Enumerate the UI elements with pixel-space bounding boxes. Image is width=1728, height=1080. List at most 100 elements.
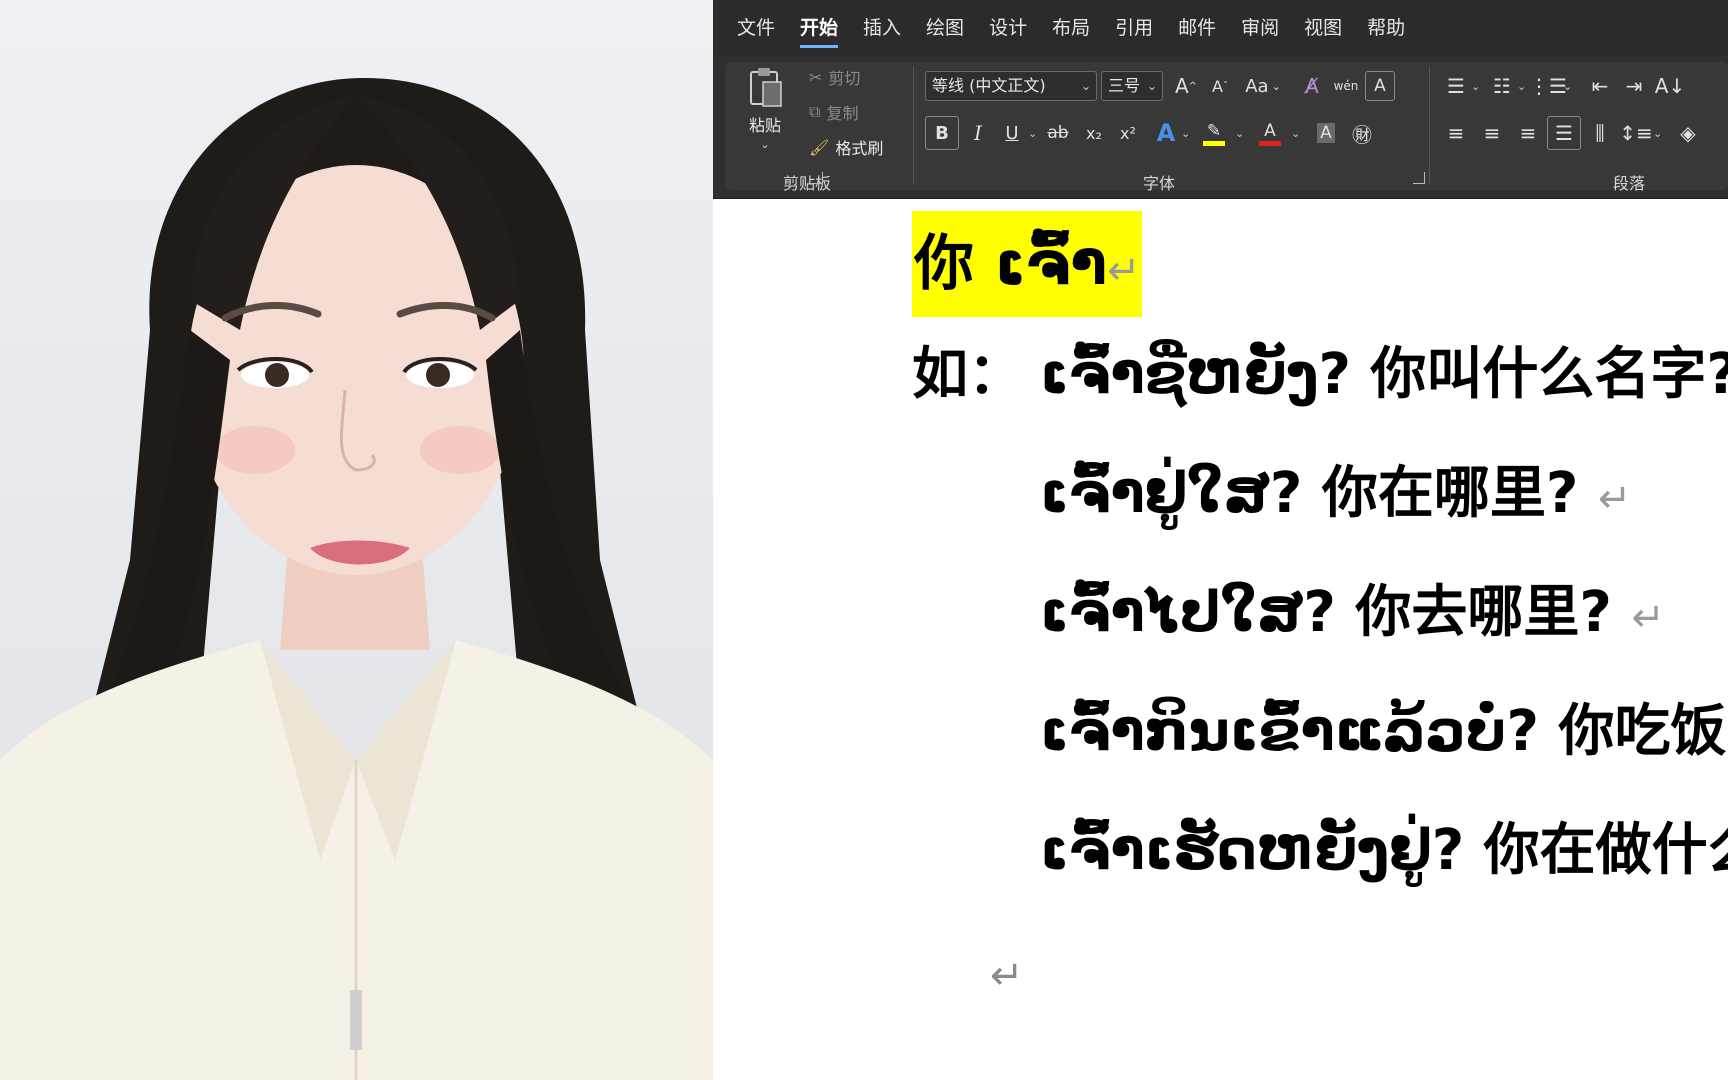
paint-bucket-icon: ◈ [1680,121,1696,145]
increase-indent-button[interactable]: ⇥ [1617,69,1651,103]
clipboard-launcher-icon[interactable] [811,172,823,184]
character-border-button[interactable]: A [1365,71,1395,101]
superscript-button[interactable]: x² [1111,116,1145,150]
font-launcher-icon[interactable] [1413,172,1425,184]
tab-mailings[interactable]: 邮件 [1178,0,1216,56]
copy-button[interactable]: ⧉ 复制 [809,100,858,124]
chevron-down-icon[interactable]: ⌄ [1028,127,1037,140]
justify-button[interactable]: ☰ [1547,116,1581,150]
example-line-text: ເຈົ້າກິນເຂົ້າແລ້ວບໍ່? 你吃饭了 [1040,699,1728,764]
decrease-indent-icon: ⇤ [1591,74,1609,98]
paragraph-mark-icon: ↵ [1597,476,1632,522]
chevron-down-icon[interactable]: ⌄ [1235,127,1244,140]
example-line[interactable]: ເຈົ້າໄປໃສ? 你去哪里? ↵ [1040,567,1665,648]
font-group-label: 字体 [1143,174,1176,193]
cut-button[interactable]: ✂ 剪切 [809,65,860,89]
tab-draw[interactable]: 绘图 [926,0,964,56]
strikethrough-icon: ab [1047,123,1069,143]
underline-button[interactable]: U [995,116,1029,150]
line-spacing-icon: ↕≡ [1619,121,1653,145]
example-line-text: ເຈົ້າໄປໃສ? 你去哪里? [1040,580,1612,645]
tab-help[interactable]: 帮助 [1367,0,1405,56]
tab-insert[interactable]: 插入 [863,0,901,56]
example-line[interactable]: ເຈົ້າຊື່ຫຍັງ? 你叫什么名字? [1040,329,1728,410]
sort-button[interactable]: A↓ [1653,69,1687,103]
bullets-icon: ☰ [1447,74,1465,98]
bold-button[interactable]: B [925,116,959,150]
distributed-icon: ⫼ [1595,121,1605,145]
scissors-icon: ✂ [809,67,823,87]
tab-design[interactable]: 设计 [989,0,1027,56]
copy-label: 复制 [826,104,859,123]
tab-file[interactable]: 文件 [737,0,775,56]
paste-button[interactable]: 粘贴 ⌄ [743,66,787,151]
justify-icon: ☰ [1555,121,1573,145]
format-painter-label: 格式刷 [835,139,884,158]
character-shading-icon: A [1317,123,1335,143]
chevron-down-icon[interactable]: ⌄ [1471,80,1480,93]
highlight-color-button[interactable]: ✎ [1197,116,1231,150]
align-right-button[interactable]: ≡ [1511,116,1545,150]
grow-font-button[interactable]: A ^ [1169,69,1203,103]
increase-indent-icon: ⇥ [1625,74,1643,98]
chevron-down-icon[interactable]: ⌄ [1563,80,1572,93]
decrease-indent-button[interactable]: ⇤ [1583,69,1617,103]
tab-layout[interactable]: 布局 [1052,0,1090,56]
sort-icon: A↓ [1654,74,1686,98]
phonetic-guide-icon: wén [1333,79,1359,93]
group-divider [1429,66,1430,184]
font-size-select[interactable]: 三号 ⌄ [1101,71,1163,101]
shrink-font-icon: A [1212,76,1223,96]
chevron-down-icon[interactable]: ⌄ [1653,127,1662,140]
highlighted-heading[interactable]: 你 ເຈົ້າ↵ [912,211,1143,317]
tab-references[interactable]: 引用 [1115,0,1153,56]
tab-home[interactable]: 开始 [800,0,839,56]
chevron-down-icon[interactable]: ⌄ [1517,80,1526,93]
enclose-characters-button[interactable]: ㊖ [1345,116,1379,150]
clear-formatting-button[interactable]: A̸ [1295,69,1329,103]
change-case-icon: Aa [1245,75,1269,97]
text-effects-button[interactable]: A [1149,116,1183,150]
chevron-down-icon[interactable]: ⌄ [1181,127,1190,140]
highlighter-icon: ✎ [1206,120,1222,141]
italic-button[interactable]: I [961,116,995,150]
distributed-button[interactable]: ⫼ [1583,116,1617,150]
change-case-button[interactable]: Aa ⌄ [1239,69,1287,103]
shrink-font-button[interactable]: Aˇ [1203,69,1237,103]
underline-icon: U [1005,122,1019,144]
shading-button[interactable]: ◈ [1671,116,1705,150]
example-line[interactable]: ເຈົ້າເຮັດຫຍັງຢູ່? 你在做什么 [1040,805,1728,886]
tab-review[interactable]: 审阅 [1241,0,1279,56]
format-painter-button[interactable]: 🖌 格式刷 [809,135,883,159]
font-color-swatch [1259,140,1281,146]
numbering-button[interactable]: ☷ [1485,69,1519,103]
align-center-button[interactable]: ≡ [1475,116,1509,150]
multilevel-list-icon: ⋮☰ [1529,74,1567,98]
example-line[interactable]: ເຈົ້າຢູ່ໃສ? 你在哪里? ↵ [1040,448,1631,529]
font-color-icon: A [1264,120,1276,141]
example-line[interactable]: ເຈົ້າກິນເຂົ້າແລ້ວບໍ່? 你吃饭了 [1040,686,1728,767]
font-color-button[interactable]: A [1253,116,1287,150]
character-shading-button[interactable]: A [1309,116,1343,150]
text-effects-icon: A [1156,119,1176,147]
paste-dropdown-icon[interactable]: ⌄ [760,138,769,151]
chevron-down-icon[interactable]: ⌄ [1291,127,1300,140]
chevron-down-icon: ⌄ [1080,79,1091,93]
clear-formatting-icon: A̸ [1305,74,1319,98]
tab-view[interactable]: 视图 [1304,0,1342,56]
align-left-button[interactable]: ≡ [1439,116,1473,150]
enclose-characters-icon: ㊖ [1352,122,1372,147]
numbering-icon: ☷ [1493,74,1511,98]
bullets-button[interactable]: ☰ [1439,69,1473,103]
multilevel-list-button[interactable]: ⋮☰ [1529,69,1567,103]
line-spacing-button[interactable]: ↕≡ [1619,116,1653,150]
example-line-text: ເຈົ້າຊື່ຫຍັງ? 你叫什么名字? [1040,342,1728,407]
strikethrough-button[interactable]: ab [1041,116,1075,150]
subscript-button[interactable]: x₂ [1077,116,1111,150]
font-name-select[interactable]: 等线 (中文正文) ⌄ [925,71,1097,101]
phonetic-guide-button[interactable]: wén [1329,69,1363,103]
copy-icon: ⧉ [809,102,821,121]
highlight-color-swatch [1203,140,1225,146]
document-page[interactable]: 你 ເຈົ້າ↵ 如： ເຈົ້າຊື່ຫຍັງ? 你叫什么名字? ເຈົ້າຢ… [713,199,1728,1080]
group-divider [913,66,914,184]
